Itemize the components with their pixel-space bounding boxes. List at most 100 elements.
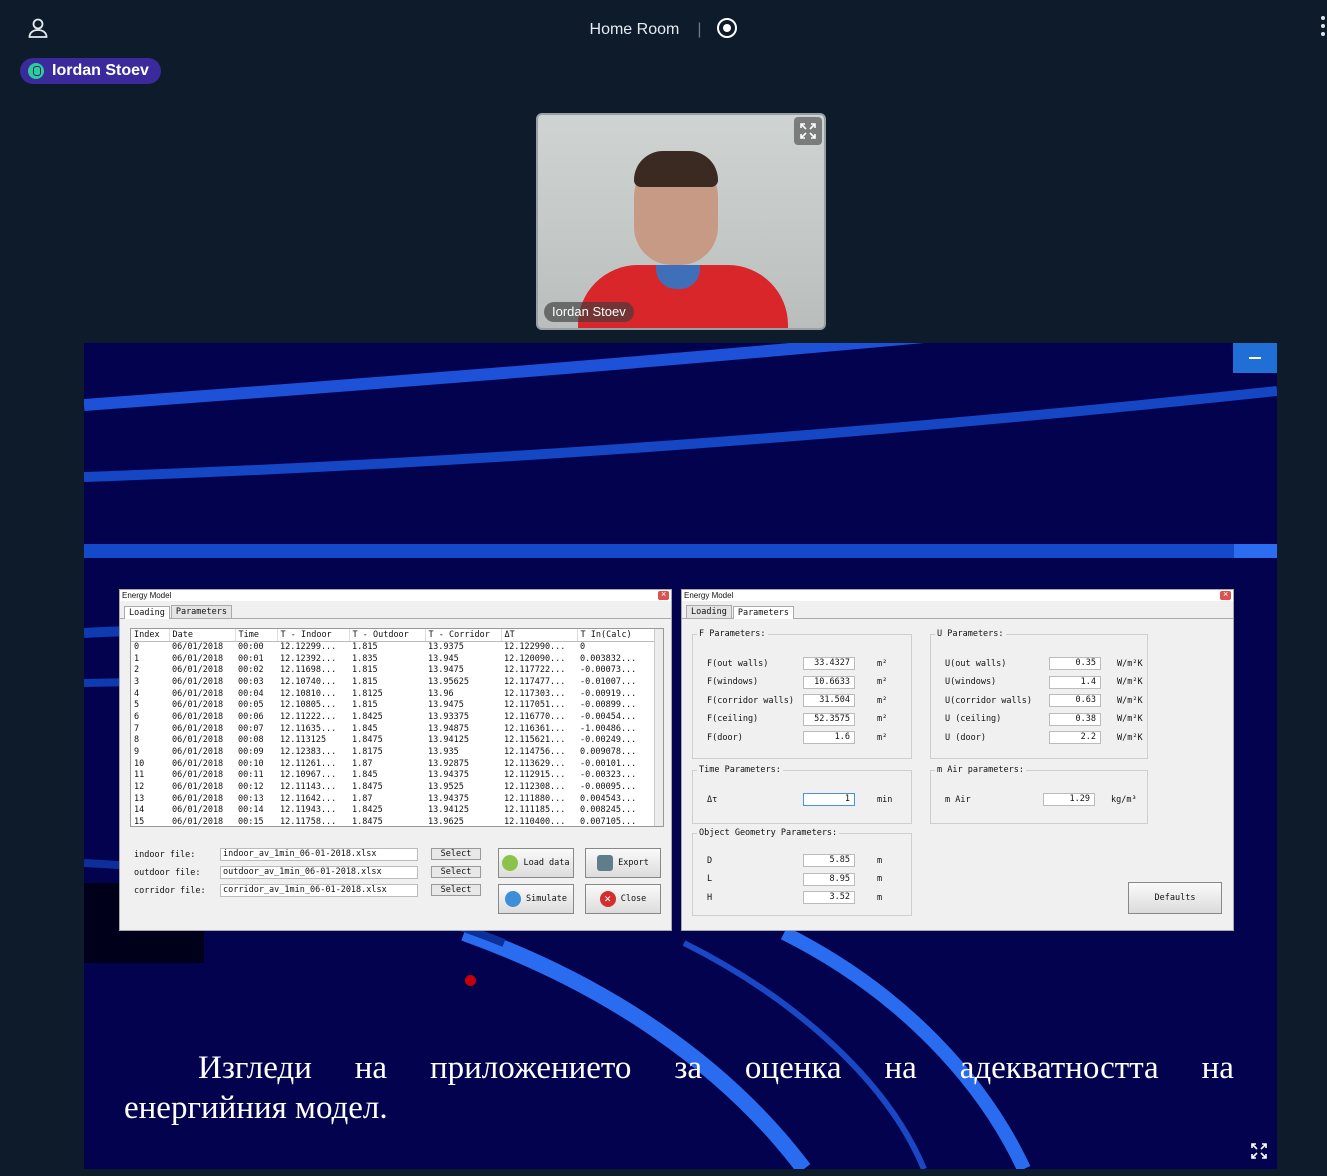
parameter-row: L 8.95 m xyxy=(707,872,882,886)
table-row[interactable]: 15 06/01/2018 00:15 12.11758... 1.8475 13.962… xyxy=(131,816,656,827)
column-header[interactable]: Index xyxy=(131,629,170,642)
energy-model-loading-window: Energy Model Loading Parameters Index Da… xyxy=(119,589,672,931)
table-row[interactable]: 3 06/01/2018 00:03 12.10740... 1.815 13.95625… xyxy=(131,676,656,688)
parameter-unit: m xyxy=(877,855,883,866)
outdoor-file-field[interactable]: outdoor_av_1min_06-01-2018.xlsx xyxy=(220,866,418,879)
column-header[interactable]: Time xyxy=(235,629,278,642)
outdoor-select-button[interactable]: Select xyxy=(431,866,481,878)
table-row[interactable]: 4 06/01/2018 00:04 12.10810... 1.8125 13.96 12… xyxy=(131,688,656,700)
more-options-icon[interactable] xyxy=(1321,16,1327,40)
table-row[interactable]: 11 06/01/2018 00:11 12.10967... 1.845 13.9437… xyxy=(131,770,656,782)
table-cell: 00:12 xyxy=(238,782,264,793)
parameter-input[interactable]: 10.6633 xyxy=(803,675,855,689)
window-close-button[interactable] xyxy=(1220,589,1231,600)
table-cell: 13.94375 xyxy=(428,793,469,804)
parameter-input[interactable]: 0.35 xyxy=(1049,657,1101,670)
table-row[interactable]: 6 06/01/2018 00:06 12.11222... 1.8425 13.9337… xyxy=(131,711,656,723)
table-row[interactable]: 0 06/01/2018 00:00 12.12299... 1.815 13.9375 1… xyxy=(131,641,656,653)
table-cell: 00:13 xyxy=(238,793,264,804)
table-row[interactable]: 7 06/01/2018 00:07 12.11635... 1.845 13.94875… xyxy=(131,723,656,735)
table-cell: -0.00323... xyxy=(580,770,637,781)
table-cell: 12.115621... xyxy=(504,735,566,746)
parameter-input[interactable]: 1.6 xyxy=(803,731,855,744)
table-cell: 6 xyxy=(134,711,140,722)
caption-word: адекватността xyxy=(959,1050,1159,1086)
corridor-file-field[interactable]: corridor_av_1min_06-01-2018.xlsx xyxy=(220,884,418,897)
table-cell: 12.112915... xyxy=(504,770,566,781)
table-row[interactable]: 1 06/01/2018 00:01 12.12392... 1.835 13.945 12… xyxy=(131,653,656,665)
table-cell: 13.94375 xyxy=(428,770,469,781)
table-cell: 0.007105... xyxy=(580,817,637,827)
participant-name-label: Iordan Stoev xyxy=(544,302,634,322)
tab-parameters[interactable]: Parameters xyxy=(170,605,233,618)
column-header[interactable]: ΔT xyxy=(501,629,578,642)
parameter-unit: m xyxy=(877,892,883,903)
table-cell: 13.94125 xyxy=(428,735,469,746)
column-header[interactable]: T - Corridor xyxy=(425,629,502,642)
table-cell: -0.00454... xyxy=(580,711,637,722)
column-header[interactable]: T - Indoor xyxy=(277,629,350,642)
record-icon[interactable] xyxy=(717,18,738,38)
parameter-input[interactable]: 52.3575 xyxy=(803,712,855,726)
parameter-input[interactable]: 31.504 xyxy=(803,694,855,707)
speaker-name: Iordan Stoev xyxy=(52,62,149,79)
screen-fullscreen-icon[interactable] xyxy=(1245,1137,1273,1165)
table-cell: 00:04 xyxy=(238,688,264,699)
table-cell: 1.815 xyxy=(352,665,378,676)
close-button[interactable]: ✕ Close xyxy=(585,884,661,914)
indoor-select-button[interactable]: Select xyxy=(431,848,481,860)
vertical-scrollbar[interactable] xyxy=(654,629,663,826)
parameter-input[interactable]: 2.2 xyxy=(1049,731,1101,744)
parameter-input[interactable]: 0.38 xyxy=(1049,712,1101,726)
data-grid[interactable]: Index Date Time T - Indoor T - Outdoor T… xyxy=(130,628,664,827)
participant-video[interactable]: Iordan Stoev xyxy=(536,113,826,330)
export-button[interactable]: Export xyxy=(585,848,661,878)
table-cell: 13.9475 xyxy=(428,700,464,711)
parameter-input[interactable]: 33.4327 xyxy=(803,657,855,670)
tab-loading[interactable]: Loading xyxy=(124,606,170,619)
tab-loading[interactable]: Loading xyxy=(686,605,732,618)
parameter-input[interactable]: 3.52 xyxy=(803,891,855,904)
table-row[interactable]: 14 06/01/2018 00:14 12.11943... 1.8425 13.941… xyxy=(131,805,656,817)
indoor-file-field[interactable]: indoor_av_1min_06-01-2018.xlsx xyxy=(220,848,418,861)
table-cell: 12.10805... xyxy=(280,700,337,711)
table-row[interactable]: 9 06/01/2018 00:09 12.12383... 1.8175 13.935 1… xyxy=(131,746,656,758)
defaults-button[interactable]: Defaults xyxy=(1128,882,1222,914)
table-cell: 00:03 xyxy=(238,676,264,687)
energy-model-parameters-window: Energy Model Loading Parameters F Parame… xyxy=(681,589,1234,931)
parameter-input[interactable]: 0.63 xyxy=(1049,694,1101,707)
table-cell: 00:14 xyxy=(238,805,264,816)
air-parameters-group: m Air parameters: m Air 1.29 kg/m³ xyxy=(930,765,1148,824)
window-close-button[interactable] xyxy=(658,589,669,600)
air-density-input[interactable]: 1.29 xyxy=(1043,793,1095,806)
table-cell: 13.94125 xyxy=(428,805,469,816)
table-cell: 06/01/2018 xyxy=(172,758,224,769)
column-header[interactable]: Date xyxy=(169,629,236,642)
table-row[interactable]: 10 06/01/2018 00:10 12.11261... 1.87 13.92875… xyxy=(131,758,656,770)
window-title: Energy Model xyxy=(684,591,734,600)
parameter-input[interactable]: 1.4 xyxy=(1049,675,1101,689)
table-row[interactable]: 12 06/01/2018 00:12 12.11143... 1.8475 13.952… xyxy=(131,781,656,793)
corridor-select-button[interactable]: Select xyxy=(431,884,481,896)
tab-parameters[interactable]: Parameters xyxy=(732,606,795,619)
load-data-button[interactable]: Load data xyxy=(498,848,574,878)
table-cell: 12.117477... xyxy=(504,676,566,687)
time-step-input[interactable]: 1 xyxy=(803,793,855,806)
microphone-icon xyxy=(28,63,44,79)
parameter-input[interactable]: 8.95 xyxy=(803,872,855,886)
parameter-input[interactable]: 5.85 xyxy=(803,854,855,867)
video-fullscreen-icon[interactable] xyxy=(794,117,822,145)
parameter-row: U(windows) 1.4 W/m²K xyxy=(945,675,1143,689)
table-row[interactable]: 13 06/01/2018 00:13 12.11642... 1.87 13.94375… xyxy=(131,793,656,805)
minimize-button[interactable] xyxy=(1233,343,1277,373)
parameter-label: F(corridor walls) xyxy=(707,695,794,706)
table-row[interactable]: 8 06/01/2018 00:08 12.113125 1.8475 13.94125 1… xyxy=(131,735,656,747)
column-header[interactable]: T - Outdoor xyxy=(349,629,426,642)
table-row[interactable]: 2 06/01/2018 00:02 12.11698... 1.815 13.9475 1… xyxy=(131,664,656,676)
column-header[interactable]: T In(Calc) xyxy=(577,629,656,642)
parameter-unit: W/m²K xyxy=(1117,695,1143,706)
simulate-button[interactable]: Simulate xyxy=(498,884,574,914)
table-cell: 11 xyxy=(134,770,145,781)
group-title: Object Geometry Parameters: xyxy=(697,828,840,838)
table-row[interactable]: 5 06/01/2018 00:05 12.10805... 1.815 13.9475 1… xyxy=(131,699,656,711)
